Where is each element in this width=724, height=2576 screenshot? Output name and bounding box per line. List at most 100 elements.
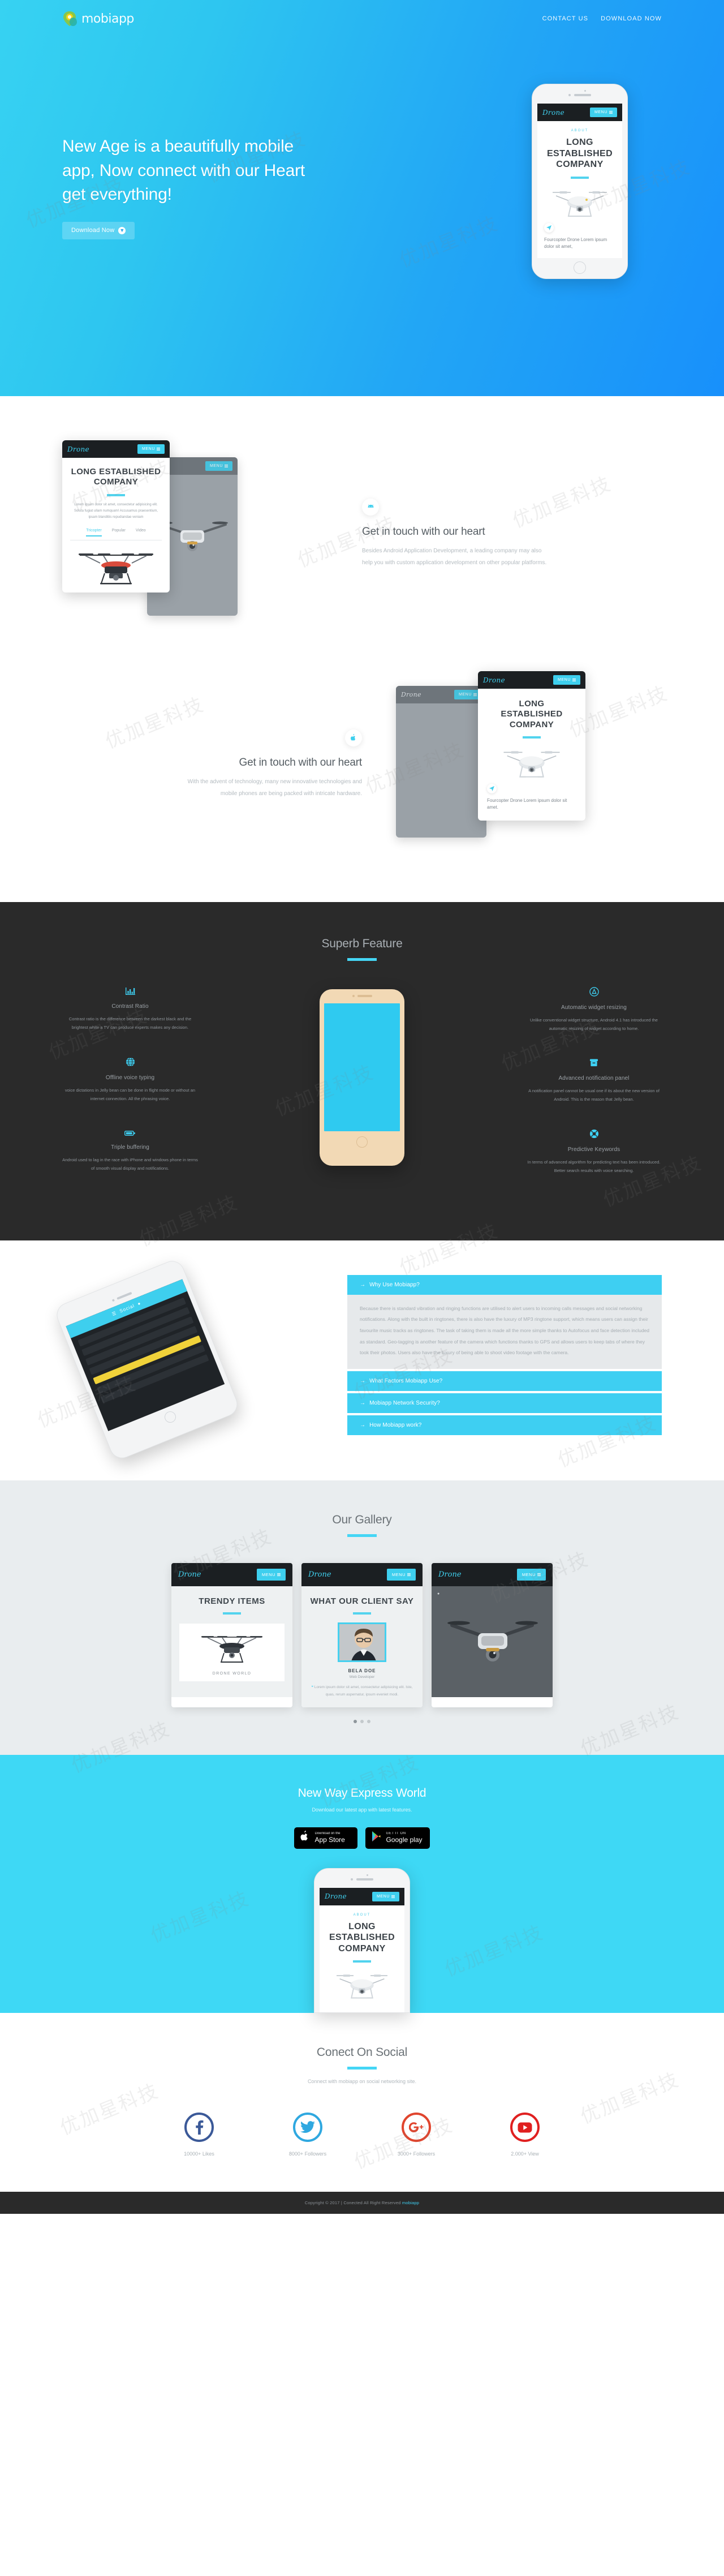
gold-phone-speaker-icon <box>324 995 400 997</box>
testimonial-role: Web Developer <box>349 1675 375 1680</box>
arrow-right-icon: → <box>360 1281 366 1288</box>
feature-body: A notification panel cannot be usual one… <box>528 1088 660 1102</box>
gcard2-menu-button[interactable]: MENU <box>386 1569 416 1581</box>
gold-phone-home-button[interactable] <box>356 1136 368 1148</box>
feature-triple-buffering: Triple buffering Android used to lag in … <box>62 1128 198 1173</box>
google-play-icon <box>371 1831 381 1845</box>
phone-statusbar: Drone MENU <box>537 104 622 121</box>
hero-download-button[interactable]: Download Now ▼ <box>62 221 135 239</box>
hamburger-icon <box>609 111 613 114</box>
social-subtitle: Connect with mobiapp on social networkin… <box>307 2079 417 2085</box>
product-drone-icon <box>201 1636 262 1663</box>
appstore-icon <box>526 987 662 998</box>
superb-title: Superb Feature <box>321 937 403 950</box>
battery-icon <box>62 1128 198 1138</box>
testimonial-avatar <box>338 1622 386 1663</box>
phone-home-button[interactable] <box>574 261 586 274</box>
nav-contact-us[interactable]: CONTACT US <box>542 15 589 22</box>
row1-menu-button[interactable]: MENU <box>137 444 165 454</box>
android-icon <box>362 499 379 516</box>
row2-menu-button[interactable]: MENU <box>553 675 580 685</box>
phone-menu-button[interactable]: MENU <box>589 108 617 117</box>
gallery-section: Our Gallery Drone MENU TRENDY ITEMS DRON… <box>0 1480 724 1755</box>
gallery-title: Our Gallery <box>332 1513 392 1527</box>
app-store-line1: Download on the <box>314 1832 341 1836</box>
android-heading: Get in touch with our heart <box>362 526 485 538</box>
app-store-button[interactable]: Download on the App Store <box>294 1827 358 1849</box>
send-badge-icon-2 <box>487 783 497 793</box>
faq-question-header[interactable]: → Why Use Mobiapp? <box>347 1274 662 1295</box>
globe-icon <box>62 1057 198 1068</box>
footer-brand-link[interactable]: mobiapp <box>402 2200 419 2205</box>
social-youtube[interactable]: 2.000+ View <box>488 2113 562 2157</box>
tilted-phone-screen: ☰ Social ● <box>66 1279 225 1432</box>
express-phone-title: LONG ESTABLISHED COMPANY <box>329 1921 395 1954</box>
row1-menu-label: MENU <box>141 447 155 451</box>
phone-camera-icon <box>584 90 586 92</box>
phone-brand-label: Drone <box>542 108 564 117</box>
faq-question-header[interactable]: → What Factors Mobiapp Use? <box>347 1371 662 1391</box>
superb-left-column: Contrast Ratio Contrast ratio is the dif… <box>62 987 198 1197</box>
faq-question-header[interactable]: → Mobiapp Network Security? <box>347 1393 662 1413</box>
express-section: New Way Express World Download our lates… <box>0 1754 724 2013</box>
gcard1-menu-button[interactable]: MENU <box>256 1569 286 1581</box>
express-phone-brand: Drone <box>325 1892 347 1901</box>
row1-phone-paragraph: Lorem ipsum dolor sit amet, consectetur … <box>74 503 158 519</box>
brand-logo[interactable]: mobiapp <box>62 10 134 27</box>
nav-download-now[interactable]: DOWNLOAD NOW <box>601 15 662 22</box>
gcard3-image: ● <box>432 1586 553 1698</box>
feature-row-android: MENU Drone MENU LONG ESTABLISHED COMPANY… <box>0 396 724 671</box>
tab-tricopter[interactable]: Tricopter <box>86 529 102 536</box>
feature-automatic-widget-resizing: Automatic widget resizing Unlike convent… <box>526 987 662 1033</box>
tilted-phone-home-button[interactable] <box>163 1410 178 1425</box>
row2-brand-label: Drone <box>483 676 505 684</box>
faq-accordion: → Why Use Mobiapp? Because there is stan… <box>347 1274 662 1437</box>
hero-section: mobiapp CONTACT US DOWNLOAD NOW New Age … <box>0 0 724 396</box>
social-facebook[interactable]: 10000+ Likes <box>162 2113 236 2157</box>
social-twitter[interactable]: 8000+ Followers <box>271 2113 344 2157</box>
gcard1-brand: Drone <box>178 1570 201 1579</box>
arrow-right-icon: → <box>360 1422 366 1428</box>
gallery-card-trendy-items[interactable]: Drone MENU TRENDY ITEMS DRONE WORLD <box>171 1563 292 1707</box>
chart-bar-icon <box>62 987 198 997</box>
feature-body: In terms of advanced algorithm for predi… <box>527 1159 661 1173</box>
tab-video[interactable]: Video <box>136 529 146 536</box>
gcard1-title: TRENDY ITEMS <box>199 1596 265 1607</box>
android-copy: Get in touch with our heart Besides Andr… <box>362 499 662 569</box>
twitter-icon <box>293 2113 322 2143</box>
carousel-dot-1[interactable] <box>354 1719 357 1723</box>
superb-center-phone <box>215 987 509 1166</box>
youtube-icon <box>510 2113 540 2143</box>
superb-right-column: Automatic widget resizing Unlike convent… <box>526 987 662 1200</box>
logo-mark-icon <box>62 10 78 27</box>
gallery-carousel-dots[interactable] <box>62 1719 662 1723</box>
row2-phone-title: LONG ESTABLISHED COMPANY <box>501 699 563 729</box>
feature-title: Advanced notification panel <box>558 1075 630 1081</box>
row2-phone-caption: Fourcopter Drone Lorem ipsum dolor sit a… <box>487 797 567 810</box>
tilted-phone-group: ☰ Social ● <box>53 1257 328 1462</box>
send-badge-icon <box>544 222 554 233</box>
carousel-dot-2[interactable] <box>360 1719 364 1723</box>
gcard3-menu-button[interactable]: MENU <box>516 1569 546 1581</box>
apple-phone-group: Drone MENU Drone MENU LONG ESTABLISHED C… <box>396 671 662 858</box>
facebook-count: 10000+ Likes <box>184 2151 214 2157</box>
google-play-button[interactable]: GET IT ON Google play <box>365 1827 430 1849</box>
faq-question-header[interactable]: → How Mobiapp work? <box>347 1415 662 1435</box>
gallery-card-dark[interactable]: Drone MENU ● <box>432 1563 553 1707</box>
gcard3-brand: Drone <box>438 1570 462 1579</box>
carousel-dot-3[interactable] <box>367 1719 370 1723</box>
android-phone-mockup: Drone MENU LONG ESTABLISHED COMPANY Lore… <box>62 440 170 593</box>
social-google-plus[interactable]: 3000+ Followers <box>380 2113 453 2157</box>
archive-box-icon <box>526 1058 662 1069</box>
phone-caption: Fourcopter Drone Lorem ipsum dolor sit a… <box>544 237 607 249</box>
android-body: Besides Android Application Development,… <box>362 548 547 566</box>
feature-predictive-keywords: Predictive Keywords In terms of advanced… <box>526 1129 662 1175</box>
social-section: Conect On Social Connect with mobiapp on… <box>0 2013 724 2192</box>
express-phone-menu-button[interactable]: MENU <box>372 1891 399 1901</box>
google-plus-icon <box>402 2113 431 2143</box>
express-phone-kicker: ABOUT <box>353 1913 371 1917</box>
tab-popular[interactable]: Popular <box>112 529 126 536</box>
express-phone-mockup: Drone MENU ABOUT LONG ESTABLISHED COMPAN… <box>314 1867 410 2013</box>
gallery-card-testimonial[interactable]: Drone MENU WHAT OUR CLIENT SAY BELA DOE … <box>301 1563 423 1707</box>
row2-menu-label: MENU <box>557 678 571 682</box>
